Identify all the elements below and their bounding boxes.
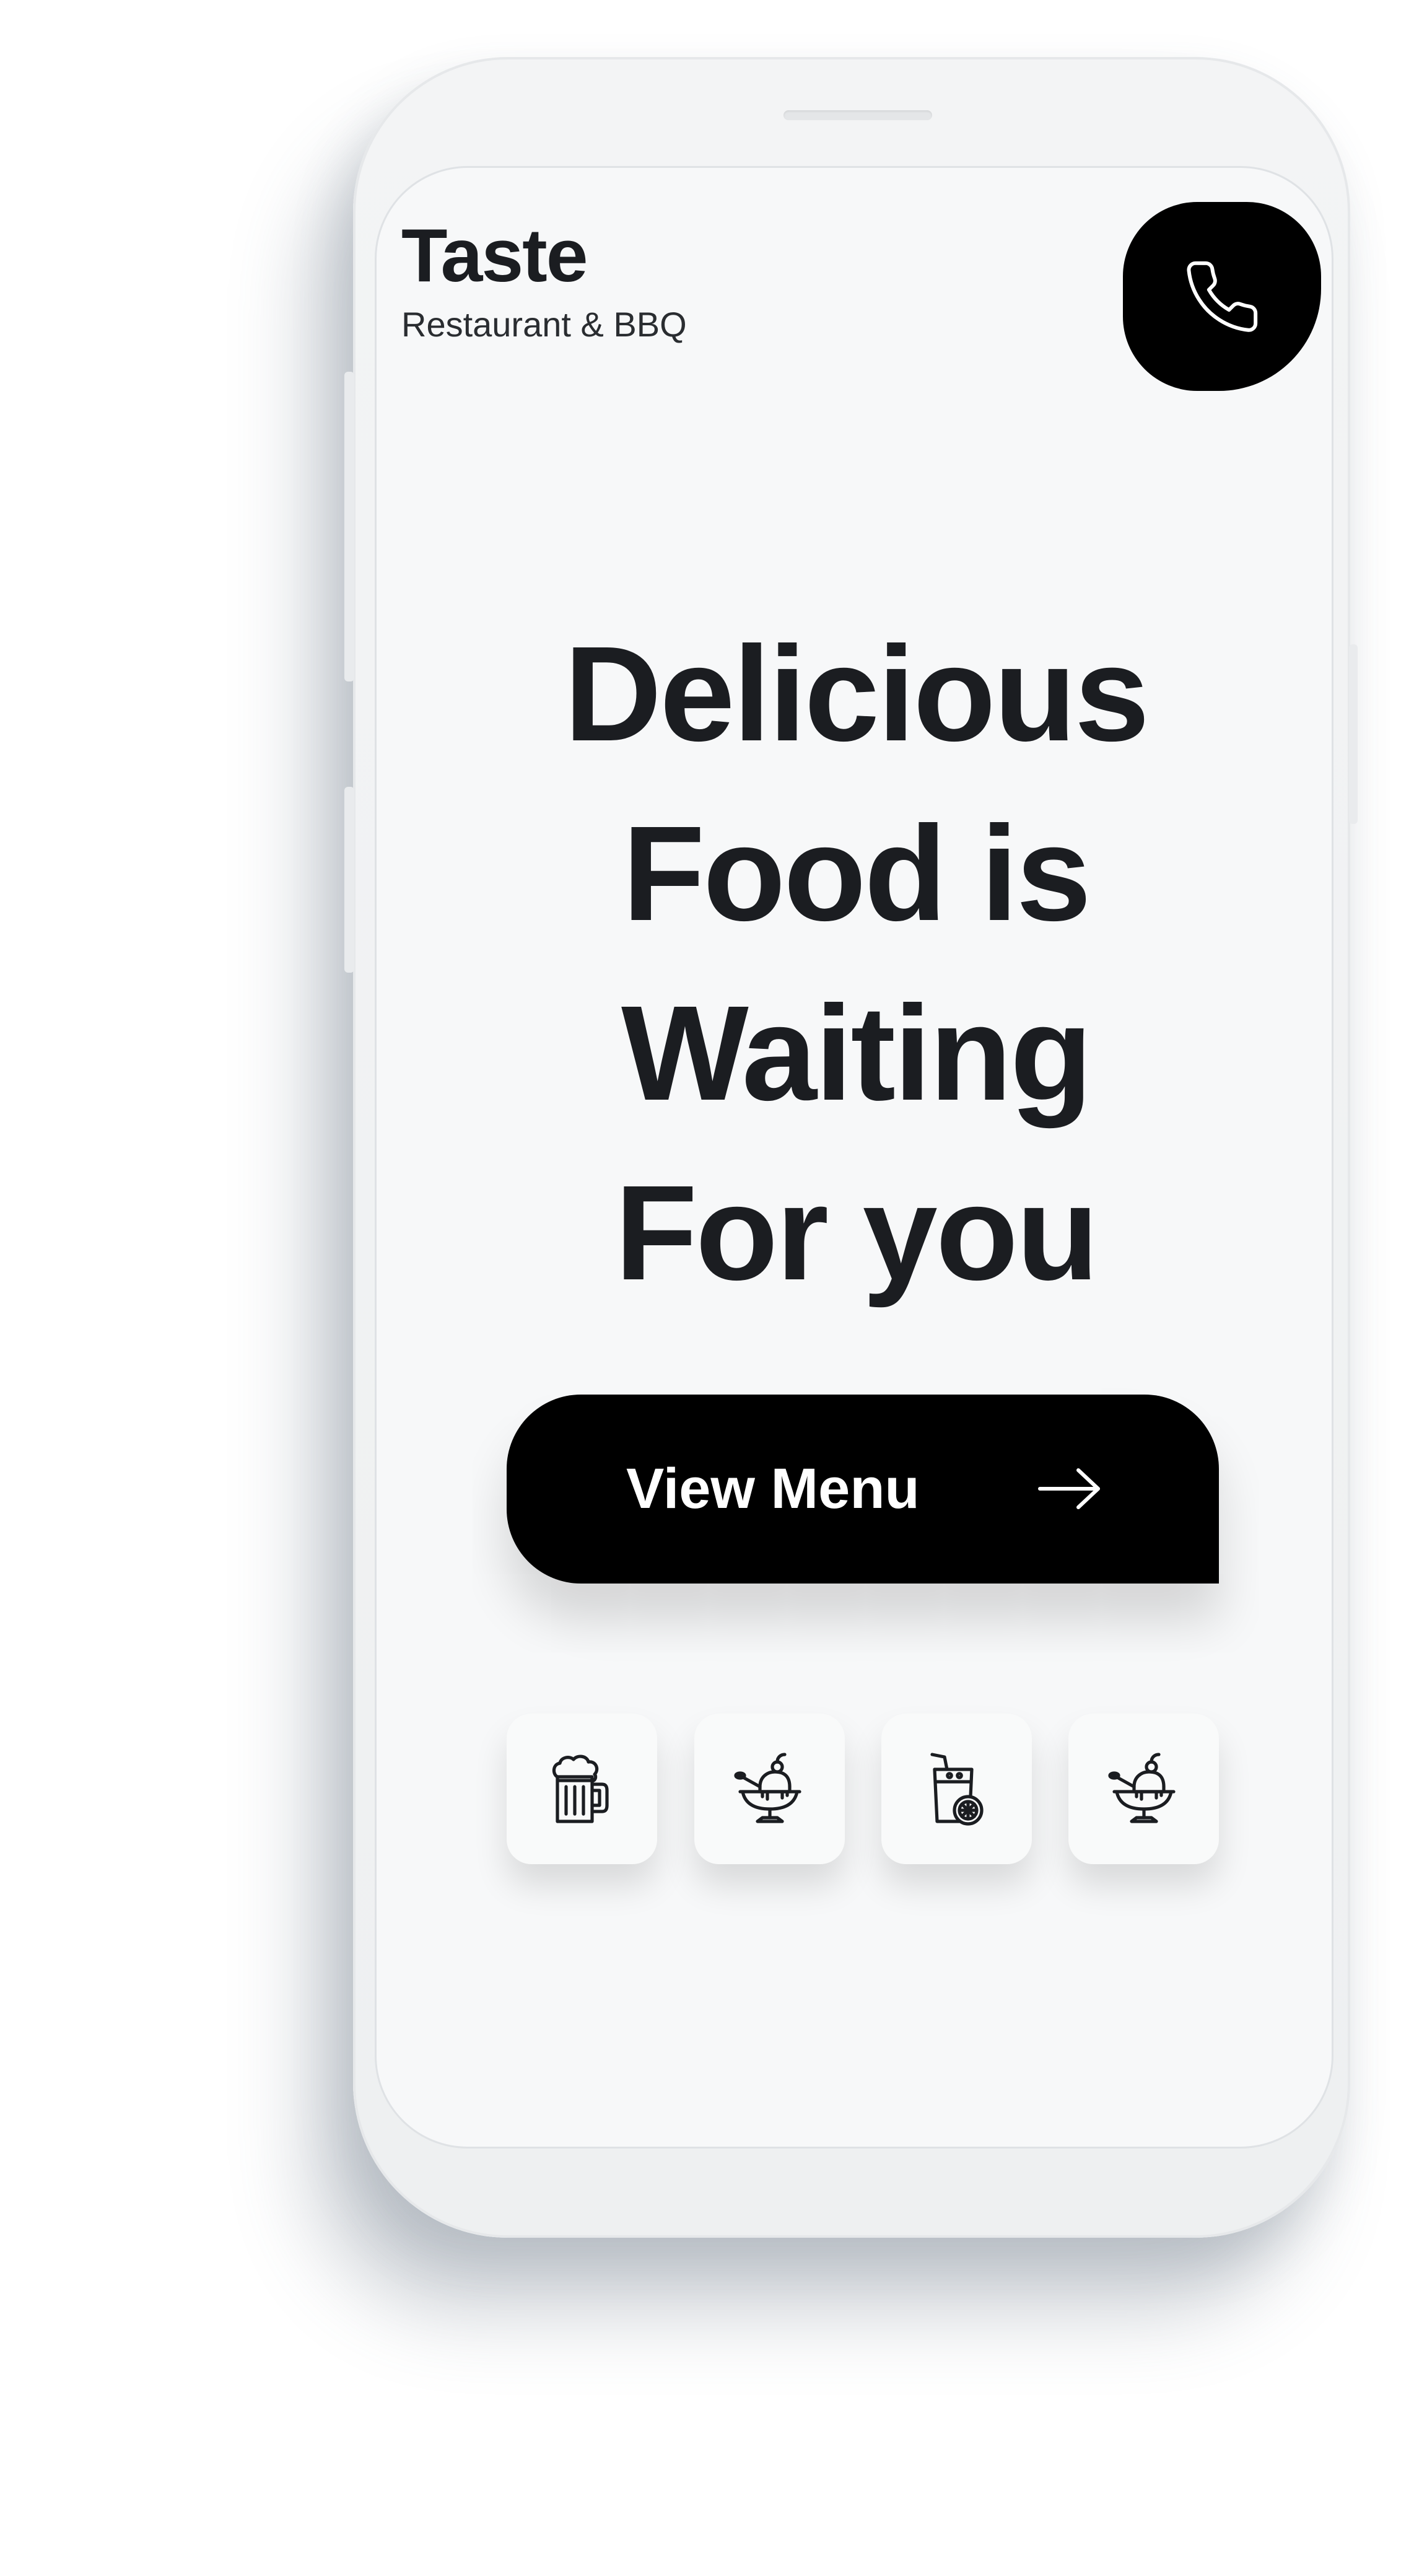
headline-line: Food is [622,799,1091,949]
phone-side-button [344,787,354,973]
phone-speaker [783,110,932,120]
sundae-icon [1107,1752,1176,1823]
lemonade-glass-icon [930,1752,984,1826]
headline-line: For you [614,1158,1099,1308]
beer-mug-icon [552,1755,609,1823]
brand-tagline: Restaurant & BBQ [401,305,687,344]
phone-screen: Taste Restaurant & BBQ Delicious Food is… [375,166,1333,2149]
arrow-right-icon [1038,1468,1100,1509]
category-tile-beer[interactable] [507,1714,657,1864]
category-tile-dessert-2[interactable] [1068,1714,1219,1864]
category-icons [507,1714,1219,1865]
view-menu-button[interactable]: View Menu [507,1395,1219,1584]
view-menu-label: View Menu [626,1457,920,1520]
phone-power-button [1349,644,1358,824]
hero-headline: Delicious Food is Waiting For you [377,605,1332,1323]
phone-volume-button [344,372,354,681]
brand-name: Taste [401,213,588,297]
sundae-icon [733,1752,801,1823]
headline-line: Waiting [621,978,1093,1129]
category-tile-dessert[interactable] [694,1714,845,1864]
call-button[interactable] [1123,202,1321,391]
phone-icon [1187,261,1258,332]
headline-line: Delicious [564,619,1150,769]
category-tile-drinks[interactable] [881,1714,1032,1864]
